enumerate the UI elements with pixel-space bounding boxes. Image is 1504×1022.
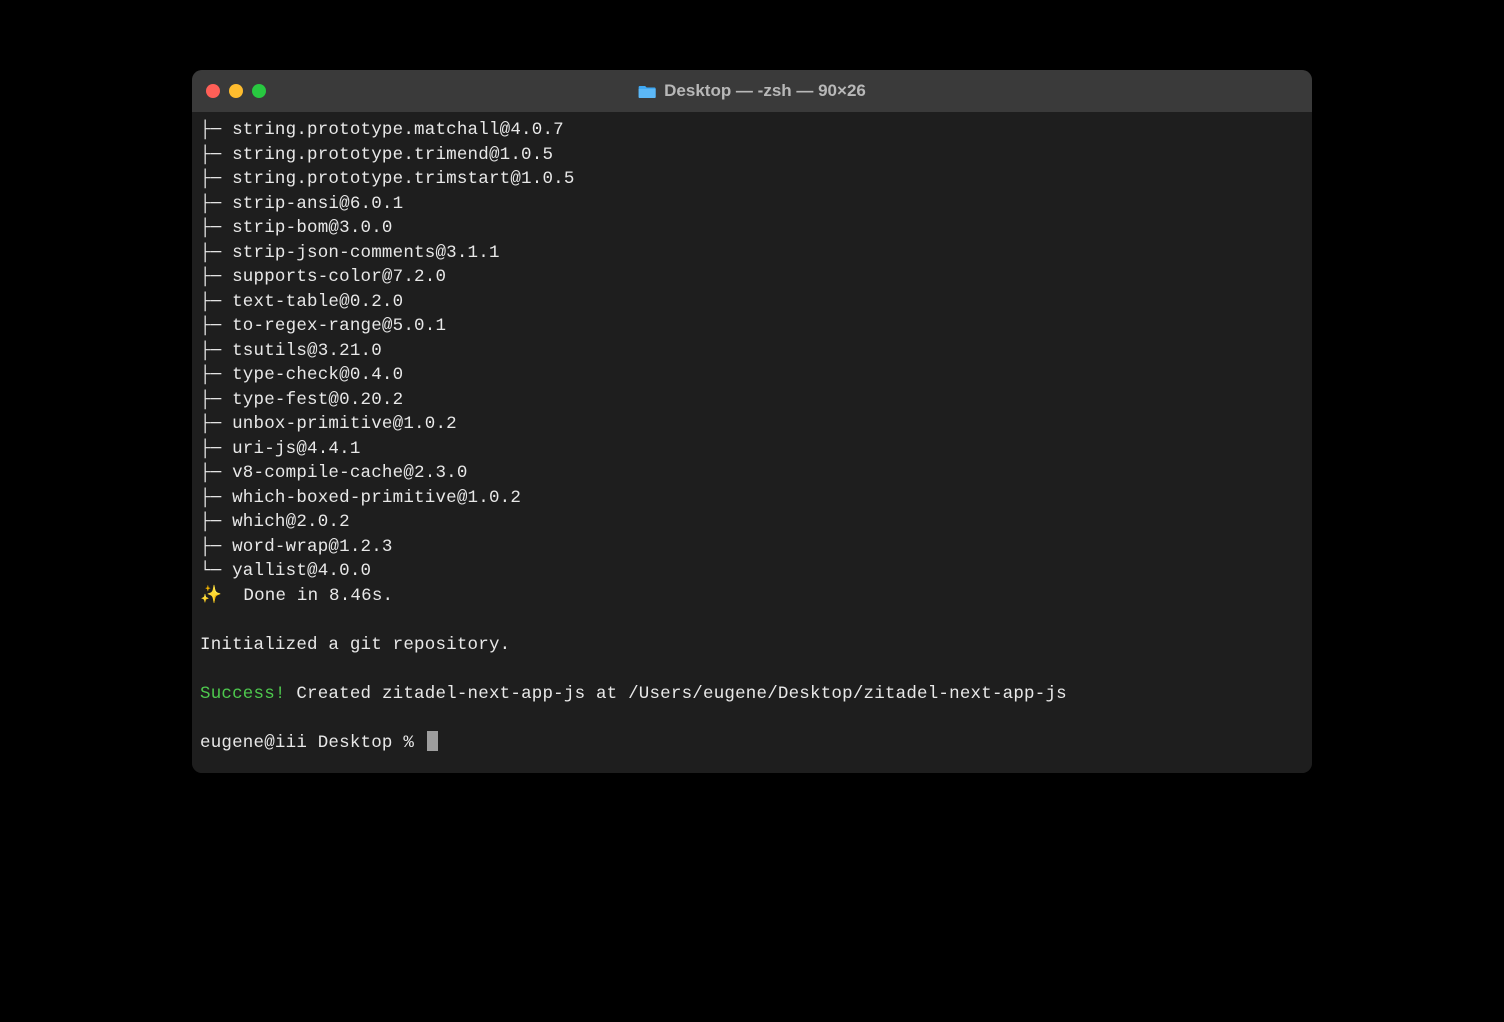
success-label: Success! — [200, 684, 286, 704]
traffic-lights — [206, 84, 266, 98]
package-line: ├─ which@2.0.2 — [200, 512, 350, 532]
package-line: ├─ v8-compile-cache@2.3.0 — [200, 463, 468, 483]
package-line: ├─ which-boxed-primitive@1.0.2 — [200, 488, 521, 508]
close-button[interactable] — [206, 84, 220, 98]
window-title-text: Desktop — -zsh — 90×26 — [664, 81, 866, 101]
maximize-button[interactable] — [252, 84, 266, 98]
titlebar: Desktop — -zsh — 90×26 — [192, 70, 1312, 112]
git-init-line: Initialized a git repository. — [200, 635, 510, 655]
package-line: ├─ string.prototype.trimstart@1.0.5 — [200, 169, 575, 189]
package-line: ├─ unbox-primitive@1.0.2 — [200, 414, 457, 434]
package-line: ├─ strip-json-comments@3.1.1 — [200, 243, 500, 263]
package-line: ├─ type-check@0.4.0 — [200, 365, 403, 385]
success-line: Success! Created zitadel-next-app-js at … — [200, 684, 1067, 704]
shell-prompt: eugene@iii Desktop % — [200, 733, 425, 753]
package-line: ├─ word-wrap@1.2.3 — [200, 537, 393, 557]
package-line: ├─ to-regex-range@5.0.1 — [200, 316, 446, 336]
package-line: ├─ uri-js@4.4.1 — [200, 439, 361, 459]
package-line: ├─ supports-color@7.2.0 — [200, 267, 446, 287]
terminal-output: ├─ string.prototype.matchall@4.0.7 ├─ st… — [200, 118, 1304, 755]
folder-icon — [638, 84, 656, 99]
package-line: ├─ type-fest@0.20.2 — [200, 390, 403, 410]
cursor — [427, 731, 438, 751]
done-line: ✨ Done in 8.46s. — [200, 586, 393, 606]
package-line: ├─ strip-ansi@6.0.1 — [200, 194, 403, 214]
success-message: Created zitadel-next-app-js at /Users/eu… — [286, 684, 1067, 704]
package-line: ├─ text-table@0.2.0 — [200, 292, 403, 312]
package-line: ├─ string.prototype.trimend@1.0.5 — [200, 145, 553, 165]
package-line: ├─ string.prototype.matchall@4.0.7 — [200, 120, 564, 140]
window-title: Desktop — -zsh — 90×26 — [638, 81, 866, 101]
sparkle-icon: ✨ — [200, 586, 222, 606]
package-line: ├─ tsutils@3.21.0 — [200, 341, 382, 361]
terminal-window: Desktop — -zsh — 90×26 ├─ string.prototy… — [192, 70, 1312, 773]
package-line: ├─ strip-bom@3.0.0 — [200, 218, 393, 238]
minimize-button[interactable] — [229, 84, 243, 98]
package-line: └─ yallist@4.0.0 — [200, 561, 371, 581]
terminal-body[interactable]: ├─ string.prototype.matchall@4.0.7 ├─ st… — [192, 112, 1312, 773]
